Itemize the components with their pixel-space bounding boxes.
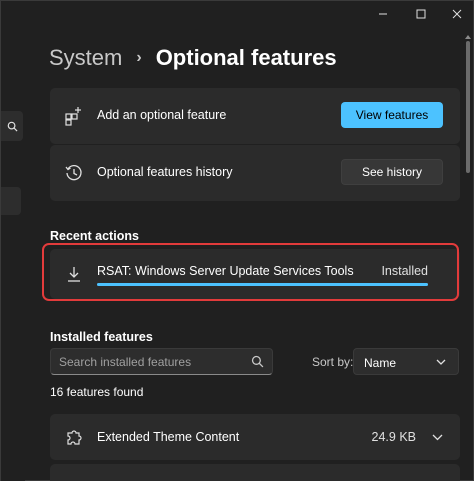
breadcrumb: System › Optional features [49, 45, 337, 71]
maximize-icon [416, 9, 426, 19]
search-icon [7, 121, 18, 132]
feature-row[interactable]: Extended Theme Content 24.9 KB [50, 414, 460, 460]
sort-by-value: Name [364, 356, 397, 370]
sort-by-label: Sort by: [312, 355, 354, 369]
chevron-down-icon [436, 359, 446, 365]
maximize-button[interactable] [407, 5, 435, 23]
history-card: Optional features history See history [50, 145, 460, 201]
nav-selected-item[interactable] [1, 187, 21, 215]
puzzle-icon [67, 430, 82, 445]
search-installed-box[interactable] [50, 348, 273, 375]
scroll-up-arrow-icon[interactable] [464, 33, 472, 41]
add-apps-icon [65, 107, 81, 126]
feature-size: 24.9 KB [371, 430, 416, 444]
add-feature-card: Add an optional feature View features [50, 88, 460, 144]
history-icon [65, 165, 82, 181]
nav-search-button[interactable] [1, 111, 23, 141]
search-input[interactable] [59, 354, 244, 370]
features-count: 16 features found [50, 385, 144, 399]
close-button[interactable] [443, 5, 471, 23]
search-icon [251, 355, 264, 368]
recent-actions-title: Recent actions [50, 229, 139, 243]
add-feature-label: Add an optional feature [97, 108, 227, 122]
breadcrumb-system[interactable]: System [49, 45, 122, 71]
history-label: Optional features history [97, 165, 233, 179]
feature-row[interactable] [50, 464, 460, 481]
installed-features-title: Installed features [50, 330, 153, 344]
minimize-icon [379, 13, 387, 15]
feature-name: Extended Theme Content [97, 430, 240, 444]
minimize-button[interactable] [369, 5, 397, 23]
see-history-button[interactable]: See history [341, 159, 443, 185]
view-features-button[interactable]: View features [341, 102, 443, 128]
highlight-outline [42, 243, 459, 301]
settings-window: System › Optional features Add an option… [0, 0, 474, 481]
sort-by-dropdown[interactable]: Name [353, 348, 459, 375]
nav-pane [1, 1, 25, 481]
breadcrumb-separator: › [136, 49, 142, 66]
page-title: Optional features [155, 45, 337, 70]
scrollbar-thumb[interactable] [466, 41, 470, 173]
chevron-down-icon[interactable] [432, 433, 443, 441]
close-icon [452, 9, 462, 19]
